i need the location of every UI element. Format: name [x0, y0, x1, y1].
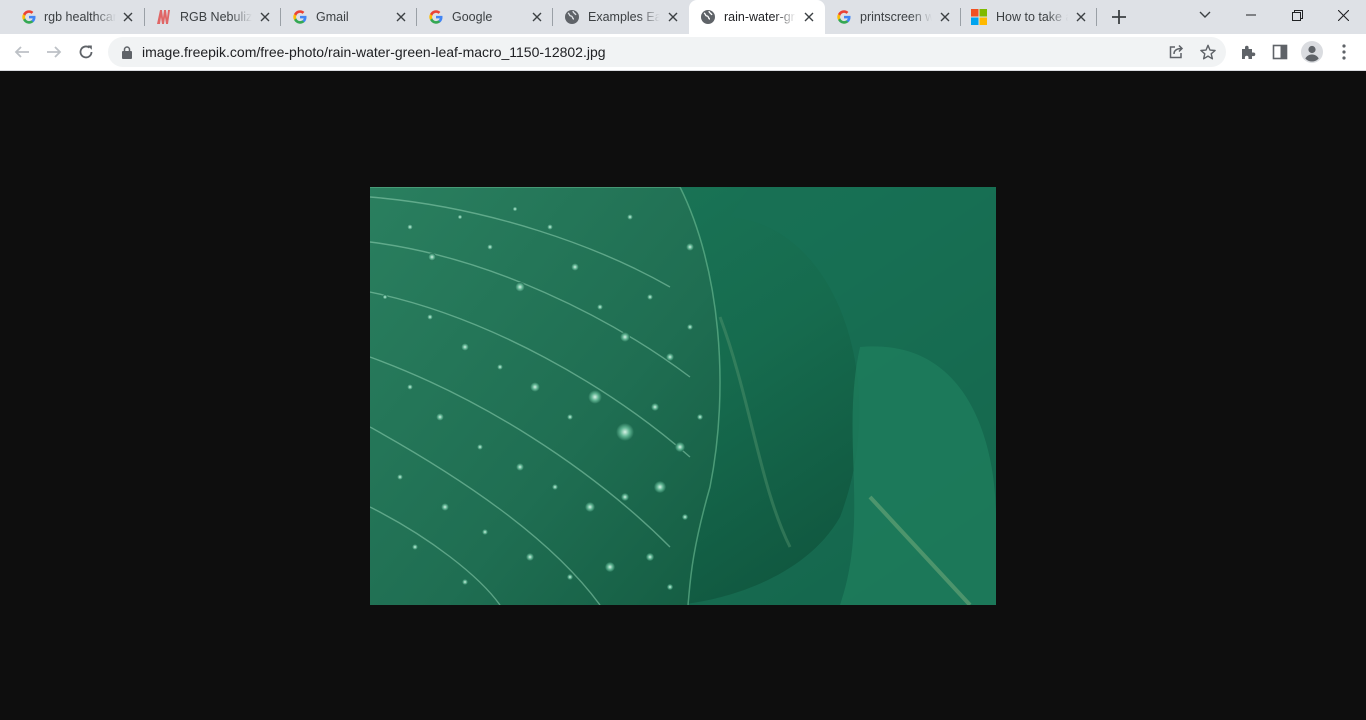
close-tab-icon[interactable]: [1073, 9, 1089, 25]
profile-button[interactable]: [1300, 40, 1324, 64]
minimize-icon: [1246, 14, 1256, 16]
tab-gmail[interactable]: Gmail: [281, 0, 417, 34]
close-tab-icon[interactable]: [801, 9, 817, 25]
image-viewer: [0, 71, 1366, 720]
close-tab-icon[interactable]: [937, 9, 953, 25]
rgb-logo-icon: [156, 9, 172, 25]
reload-icon: [79, 45, 93, 59]
tab-title: Gmail: [316, 10, 349, 24]
google-g-icon: [21, 9, 37, 25]
tab-printscreen[interactable]: printscreen w: [825, 0, 961, 34]
tab-rgb-nebulizer[interactable]: RGB Nebulizer: [145, 0, 281, 34]
menu-button[interactable]: [1332, 40, 1356, 64]
close-tab-icon[interactable]: [665, 9, 681, 25]
tab-title: How to take a: [996, 10, 1068, 24]
back-button[interactable]: [10, 40, 34, 64]
close-tab-icon[interactable]: [393, 9, 409, 25]
close-icon: [1337, 9, 1349, 21]
url-text[interactable]: image.freepik.com/free-photo/rain-water-…: [142, 44, 606, 60]
tab-title: Google: [452, 10, 493, 24]
plus-icon: [1112, 10, 1126, 24]
tab-search-button[interactable]: [1182, 0, 1228, 30]
close-window-button[interactable]: [1320, 0, 1366, 30]
tab-rgb-healthcare[interactable]: rgb healthcare: [0, 0, 145, 34]
tab-examples-easy[interactable]: Examples Easy: [553, 0, 689, 34]
tab-title: rain-water-green: [724, 10, 796, 24]
lock-icon[interactable]: [120, 45, 134, 59]
puzzle-icon: [1242, 45, 1256, 59]
tab-title: Examples Easy: [588, 10, 660, 24]
browser-toolbar: image.freepik.com/free-photo/rain-water-…: [0, 34, 1366, 71]
leaf-photo: [370, 187, 996, 605]
address-bar[interactable]: image.freepik.com/free-photo/rain-water-…: [108, 37, 1226, 67]
google-g-icon: [428, 9, 444, 25]
close-tab-icon[interactable]: [257, 9, 273, 25]
tab-title: rgb healthcare: [44, 10, 116, 24]
tab-title: printscreen w: [860, 10, 932, 24]
reload-button[interactable]: [74, 40, 98, 64]
chevron-down-icon: [1199, 11, 1211, 18]
forward-button[interactable]: [42, 40, 66, 64]
minimize-button[interactable]: [1228, 0, 1274, 30]
globe-icon: [700, 9, 716, 25]
extensions-button[interactable]: [1236, 40, 1260, 64]
tab-how-to-take[interactable]: How to take a: [961, 0, 1097, 34]
google-g-icon: [836, 9, 852, 25]
restore-button[interactable]: [1274, 0, 1320, 30]
new-tab-button[interactable]: [1109, 7, 1129, 27]
bookmark-star-icon[interactable]: [1198, 42, 1218, 62]
close-tab-icon[interactable]: [120, 9, 136, 25]
avatar-icon: [1301, 41, 1323, 63]
tab-strip: rgb healthcare RGB Nebulizer Gmail Googl…: [0, 0, 1366, 34]
google-g-icon: [292, 9, 308, 25]
tab-google[interactable]: Google: [417, 0, 553, 34]
tab-rain-water-green[interactable]: rain-water-green: [689, 0, 825, 34]
restore-icon: [1291, 9, 1303, 21]
globe-icon: [564, 9, 580, 25]
microsoft-logo-icon: [971, 9, 987, 25]
tab-title: RGB Nebulizer: [180, 10, 252, 24]
tab-separator: [1096, 8, 1097, 26]
arrow-right-icon: [47, 46, 62, 58]
close-tab-icon[interactable]: [529, 9, 545, 25]
arrow-left-icon: [14, 46, 29, 58]
more-vert-icon: [1342, 44, 1346, 60]
side-panel-icon: [1272, 44, 1288, 60]
share-icon[interactable]: [1166, 42, 1186, 62]
side-panel-button[interactable]: [1268, 40, 1292, 64]
